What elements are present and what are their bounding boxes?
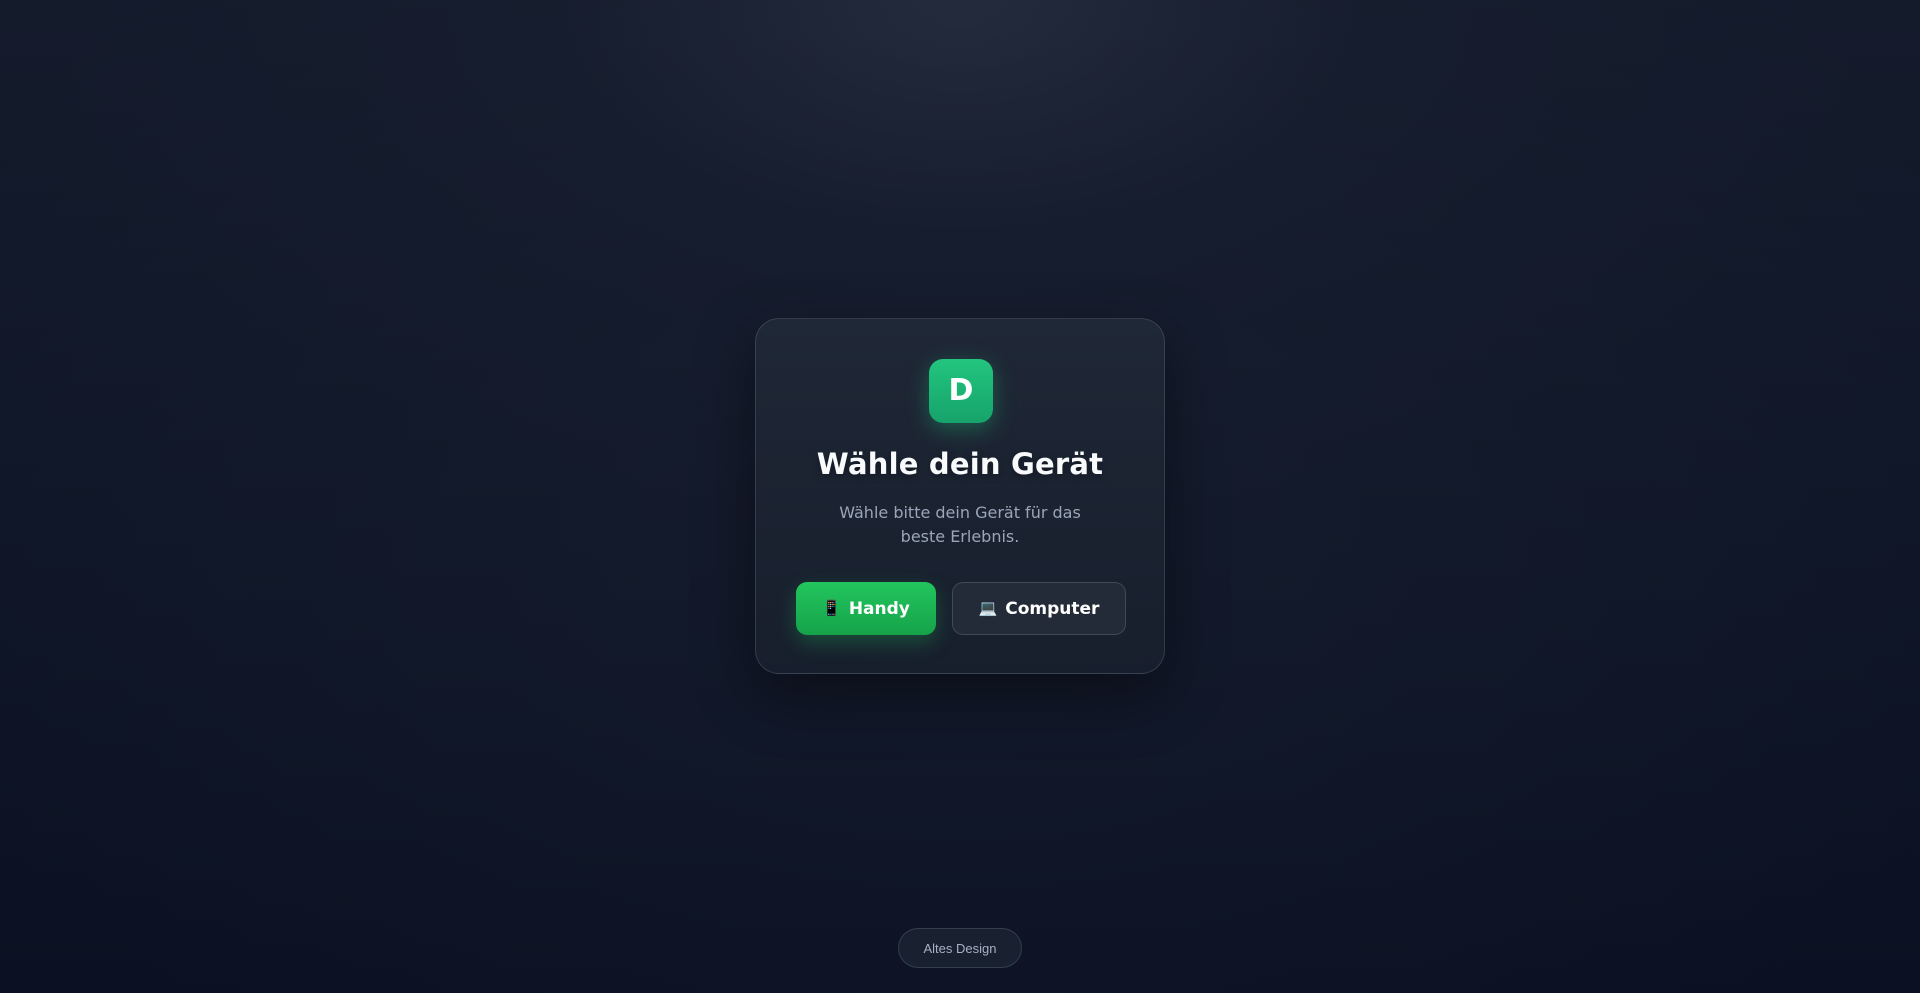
computer-button[interactable]: 💻 Computer (952, 582, 1126, 635)
laptop-icon: 💻 (978, 599, 998, 617)
handy-button-label: Handy (848, 598, 910, 619)
computer-button-label: Computer (1005, 598, 1100, 619)
logo-letter: D (948, 373, 974, 408)
handy-button[interactable]: 📱 Handy (796, 582, 936, 635)
page-subtitle: Wähle bitte dein Gerät für das beste Erl… (839, 503, 1081, 546)
page-title: Wähle dein Gerät (816, 447, 1104, 481)
old-design-label: Altes Design (923, 940, 997, 956)
device-select-card: D Wähle dein Gerät Wähle bitte dein Gerä… (755, 318, 1165, 674)
app-logo: D (929, 359, 993, 423)
old-design-button[interactable]: Altes Design (898, 928, 1022, 968)
phone-icon: 📱 (822, 599, 841, 617)
